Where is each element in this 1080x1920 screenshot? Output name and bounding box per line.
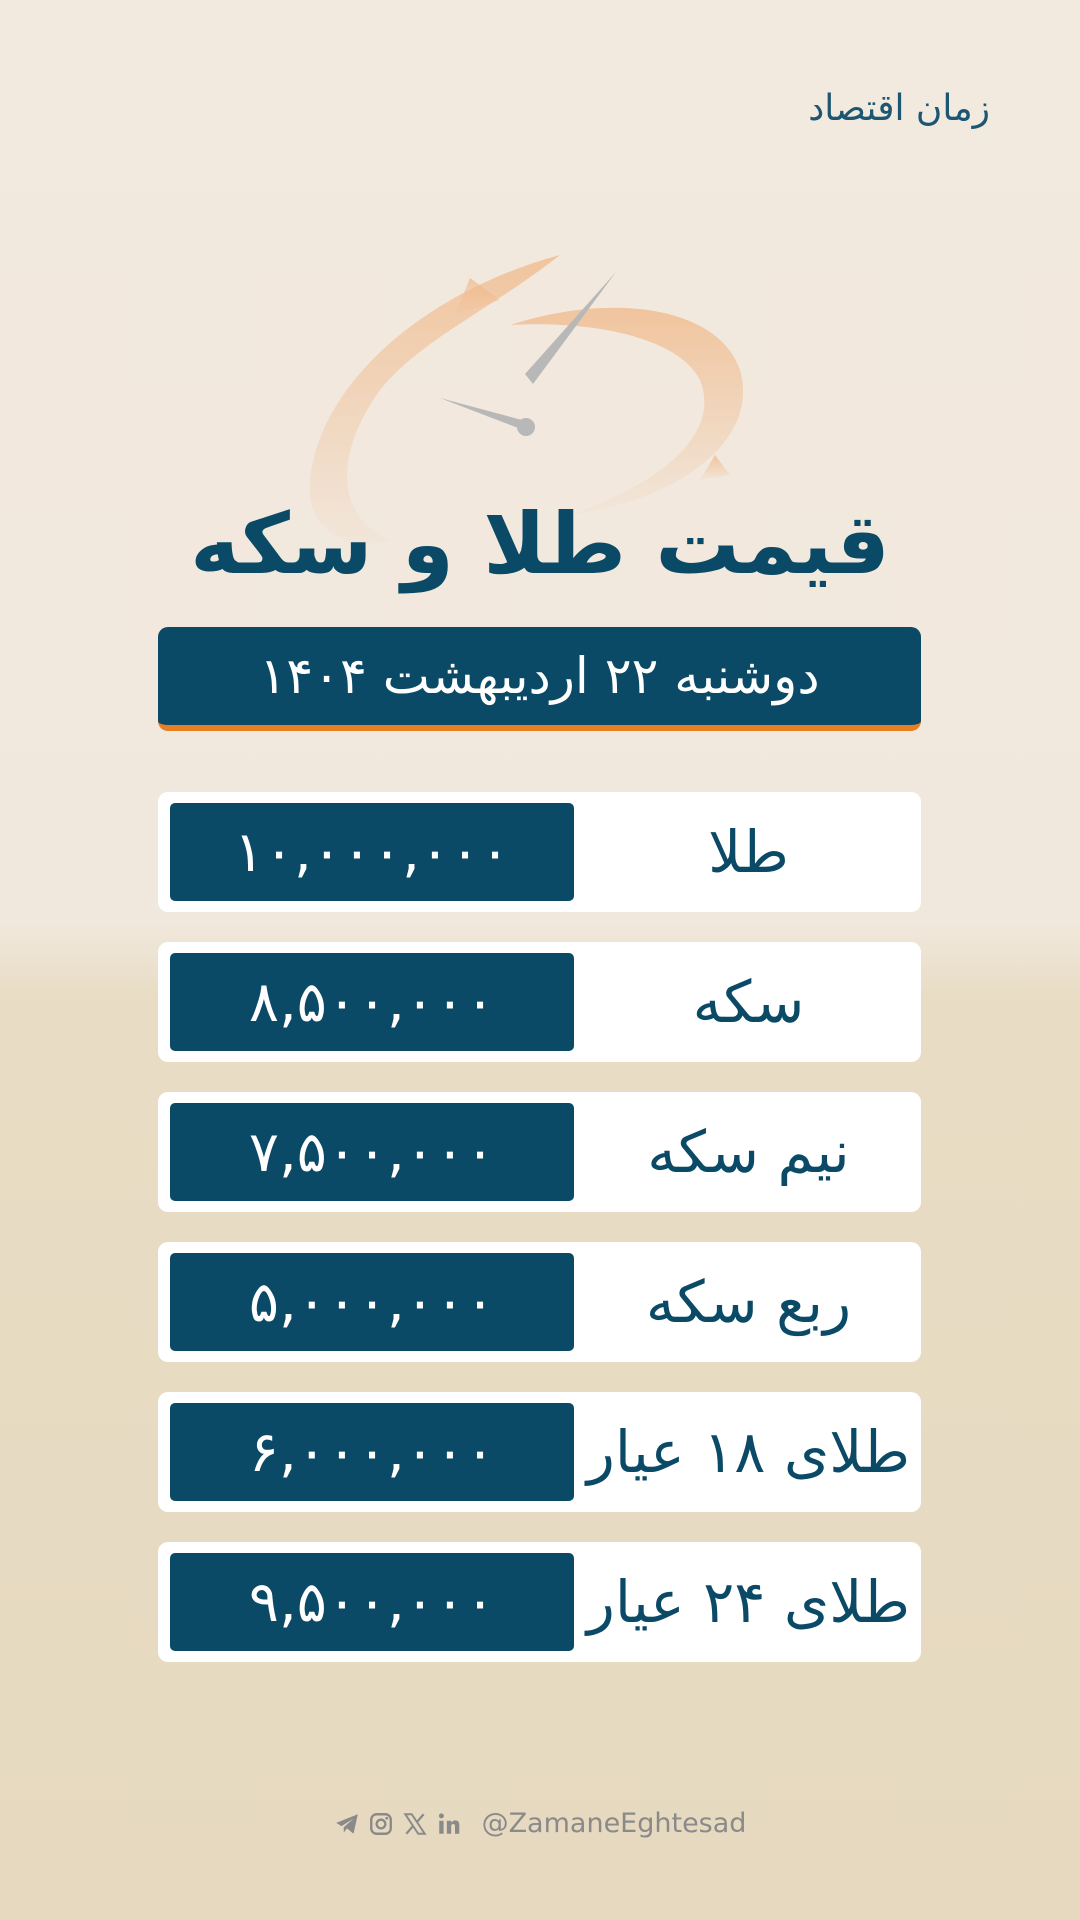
price-label: طلا	[708, 818, 789, 886]
price-row-coin: ۸,۵۰۰,۰۰۰ سکه	[158, 942, 921, 1062]
date-banner: دوشنبه ۲۲ اردیبهشت ۱۴۰۴	[158, 627, 921, 731]
price-label: نیم سکه	[647, 1118, 850, 1186]
price-value: ۹,۵۰۰,۰۰۰	[170, 1553, 574, 1651]
price-row-quarter-coin: ۵,۰۰۰,۰۰۰ ربع سکه	[158, 1242, 921, 1362]
brand-name: زمان اقتصاد	[808, 88, 990, 129]
price-value: ۱۰,۰۰۰,۰۰۰	[170, 803, 574, 901]
price-label: سکه	[692, 968, 805, 1036]
social-footer: @ZamaneEghtesad	[0, 1808, 1080, 1839]
price-value: ۸,۵۰۰,۰۰۰	[170, 953, 574, 1051]
price-row-gold-18k: ۶,۰۰۰,۰۰۰ طلای ۱۸ عیار	[158, 1392, 921, 1512]
linkedin-icon[interactable]	[436, 1811, 462, 1837]
social-handle[interactable]: @ZamaneEghtesad	[482, 1808, 747, 1839]
price-label: طلای ۱۸ عیار	[586, 1418, 911, 1486]
price-label: ربع سکه	[645, 1268, 852, 1336]
price-value: ۵,۰۰۰,۰۰۰	[170, 1253, 574, 1351]
telegram-icon[interactable]	[334, 1811, 360, 1837]
price-label: طلای ۲۴ عیار	[586, 1568, 911, 1636]
price-row-gold-24k: ۹,۵۰۰,۰۰۰ طلای ۲۴ عیار	[158, 1542, 921, 1662]
price-value: ۶,۰۰۰,۰۰۰	[170, 1403, 574, 1501]
price-row-gold: ۱۰,۰۰۰,۰۰۰ طلا	[158, 792, 921, 912]
price-list: ۱۰,۰۰۰,۰۰۰ طلا ۸,۵۰۰,۰۰۰ سکه ۷,۵۰۰,۰۰۰ ن…	[158, 792, 921, 1692]
page-title: قیمت طلا و سکه	[190, 495, 891, 593]
x-icon[interactable]	[402, 1811, 428, 1837]
price-value: ۷,۵۰۰,۰۰۰	[170, 1103, 574, 1201]
instagram-icon[interactable]	[368, 1811, 394, 1837]
price-row-half-coin: ۷,۵۰۰,۰۰۰ نیم سکه	[158, 1092, 921, 1212]
